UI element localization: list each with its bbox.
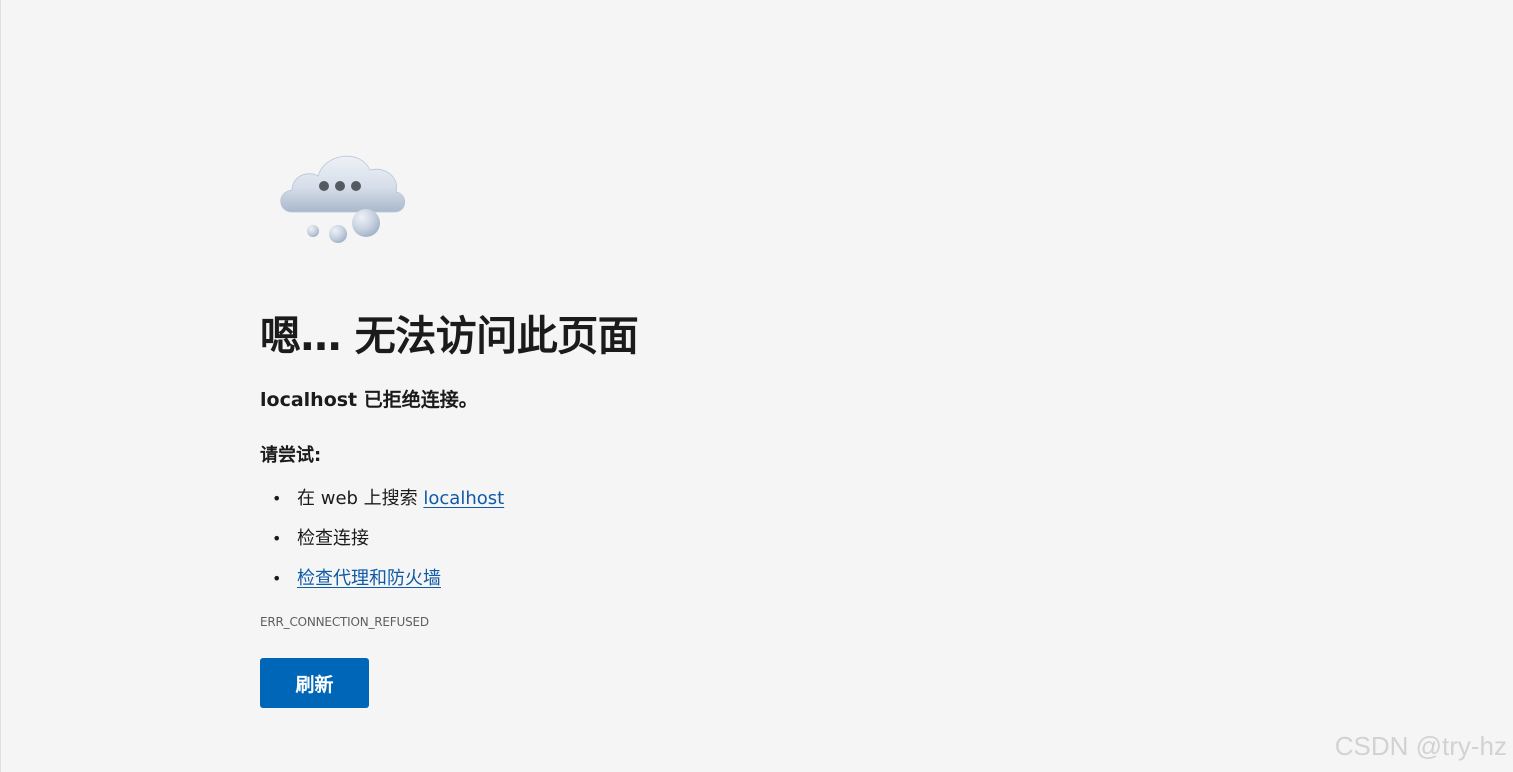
dot-2 [335,181,345,191]
error-code: ERR_CONNECTION_REFUSED [260,615,429,629]
page-title: 嗯… 无法访问此页面 [260,312,639,360]
list-item: • 检查代理和防火墙 [260,565,504,605]
search-localhost-link[interactable]: localhost [423,488,504,509]
bullet: • [272,489,282,508]
try-heading: 请尝试: [260,445,322,466]
list-item: • 在 web 上搜索 localhost [260,485,504,525]
refresh-button[interactable]: 刷新 [260,658,369,708]
list-item: • 检查连接 [260,525,504,565]
browser-error-page: 嗯… 无法访问此页面 localhost 已拒绝连接。 请尝试: • 在 web… [0,0,1513,772]
window-edge [0,0,1,772]
watermark: CSDN @try-hz [1334,731,1507,761]
bullet: • [272,569,282,588]
bullet: • [272,529,282,548]
error-description: localhost 已拒绝连接。 [260,389,478,411]
suggestion-text: 在 web 上搜索 [297,488,424,509]
check-proxy-firewall-link[interactable]: 检查代理和防火墙 [297,568,441,589]
dot-1 [319,181,329,191]
suggestion-list: • 在 web 上搜索 localhost • 检查连接 • 检查代理和防火墙 [260,485,504,605]
thinking-cloud-icon [280,155,406,243]
check-connection-text: 检查连接 [297,528,369,549]
dot-3 [351,181,361,191]
